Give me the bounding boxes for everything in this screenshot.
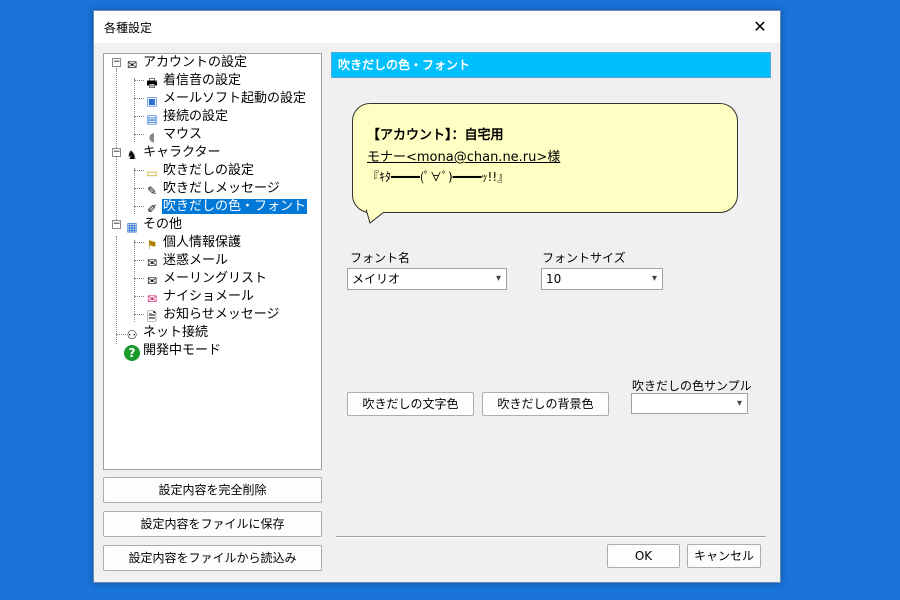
tree-item-privacy[interactable]: ⚑ 個人情報保護	[144, 234, 242, 252]
mail-app-icon: ▣	[146, 94, 158, 108]
tree-item-dev-mode[interactable]: ? 開発中モード	[124, 342, 222, 361]
speech-bubble-icon: ▭	[146, 166, 158, 180]
envelope-icon: ✉	[146, 274, 158, 288]
load-from-file-button[interactable]: 設定内容をファイルから読込み	[103, 545, 322, 571]
font-name-value: メイリオ	[352, 272, 401, 286]
expander-character[interactable]: −	[112, 148, 121, 157]
tree-item-net-connection[interactable]: ⚇ ネット接続	[124, 324, 209, 342]
network-tree-icon: ⚇	[126, 328, 138, 342]
tree-item-bubble-message[interactable]: ✎ 吹きだしメッセージ	[144, 180, 281, 198]
bubble-tail	[366, 209, 385, 224]
envelope-icon: ✉	[146, 256, 158, 270]
tree-item-mailing-list[interactable]: ✉ メーリングリスト	[144, 270, 268, 288]
tree-item-spam[interactable]: ✉ 迷惑メール	[144, 252, 229, 270]
mail-lock-icon: ✉	[126, 58, 138, 72]
footer-separator	[336, 536, 766, 538]
title-bar: 各種設定 ✕	[94, 11, 780, 43]
settings-tree[interactable]: − − − ✉ アカウントの設定 🖶 着信音の設定 ▣ メールソフト起動の設定 ▤ 接続…	[103, 53, 322, 470]
chevron-down-icon: ▾	[736, 398, 742, 409]
tree-item-character[interactable]: ♞ キャラクター	[124, 144, 221, 162]
font-name-label: フォント名	[350, 251, 411, 265]
tree-item-mouse[interactable]: ◖ マウス	[144, 126, 203, 144]
tree-item-ringtone[interactable]: 🖶 着信音の設定	[144, 72, 242, 90]
bubble-account-line: 【アカウント】：自宅用	[367, 128, 504, 143]
tree-item-other[interactable]: ▦ その他	[124, 216, 183, 234]
cancel-button[interactable]: キャンセル	[687, 544, 761, 568]
heart-mail-icon: ✉	[146, 292, 158, 306]
ok-button[interactable]: OK	[607, 544, 680, 568]
font-size-label: フォントサイズ	[542, 251, 626, 265]
shield-icon: ⚑	[146, 238, 158, 252]
expander-other[interactable]: −	[112, 220, 121, 229]
color-sample-select[interactable]: ▾	[631, 393, 748, 414]
tree-item-secret-mail[interactable]: ✉ ナイショメール	[144, 288, 255, 306]
close-icon: ✕	[753, 17, 767, 36]
bg-color-button[interactable]: 吹きだしの背景色	[482, 392, 609, 416]
edit-icon: ✎	[146, 184, 158, 198]
bubble-sender-line: モナー<mona@chan.ne.ru>様	[367, 150, 561, 165]
help-icon: ?	[124, 345, 140, 361]
save-to-file-button[interactable]: 設定内容をファイルに保存	[103, 511, 322, 537]
character-icon: ♞	[126, 148, 138, 162]
computer-icon: ▦	[126, 220, 138, 234]
font-size-value: 10	[546, 272, 562, 286]
palette-icon: ✐	[146, 202, 158, 216]
tree-item-connection[interactable]: ▤ 接続の設定	[144, 108, 229, 126]
mouse-icon: ◖	[148, 130, 156, 144]
font-name-select[interactable]: メイリオ ▾	[347, 268, 507, 290]
bubble-preview: 【アカウント】：自宅用 モナー<mona@chan.ne.ru>様 『ｷﾀ━━━…	[352, 103, 738, 213]
network-icon: ▤	[146, 112, 158, 126]
font-size-select[interactable]: 10 ▾	[541, 268, 663, 290]
tree-item-account[interactable]: ✉ アカウントの設定	[124, 54, 248, 72]
delete-all-button[interactable]: 設定内容を完全削除	[103, 477, 322, 503]
tree-item-bubble-settings[interactable]: ▭ 吹きだしの設定	[144, 162, 255, 180]
close-button[interactable]: ✕	[740, 11, 780, 43]
expander-account[interactable]: −	[112, 58, 121, 67]
chevron-down-icon: ▾	[651, 273, 657, 284]
tree-item-mail-launch[interactable]: ▣ メールソフト起動の設定	[144, 90, 307, 108]
window-title: 各種設定	[104, 21, 153, 35]
note-icon: 🗎	[147, 310, 157, 324]
tree-item-notice[interactable]: 🗎 お知らせメッセージ	[144, 306, 280, 324]
color-sample-label: 吹きだしの色サンプル	[632, 379, 752, 393]
text-color-button[interactable]: 吹きだしの文字色	[347, 392, 474, 416]
settings-dialog: 各種設定 ✕ − − − ✉ アカウントの設定 🖶 着信音の設定 ▣ メールソフ…	[93, 10, 781, 583]
panel-header: 吹きだしの色・フォント	[331, 52, 771, 78]
speaker-icon: 🖶	[146, 76, 158, 90]
bubble-message-line: 『ｷﾀ━━━━(ﾟ∀ﾟ)━━━━ｯ!!』	[367, 170, 510, 184]
tree-item-bubble-color-font[interactable]: ✐ 吹きだしの色・フォント	[144, 198, 308, 216]
chevron-down-icon: ▾	[495, 273, 501, 284]
